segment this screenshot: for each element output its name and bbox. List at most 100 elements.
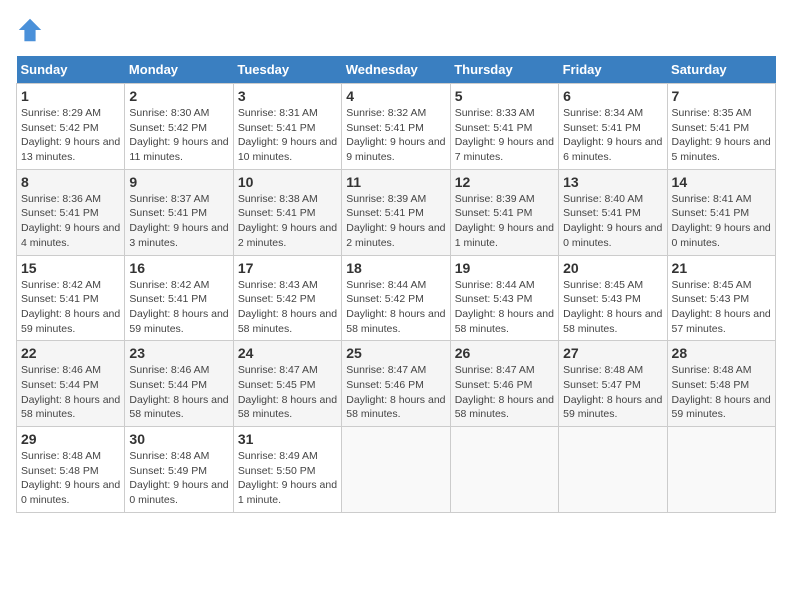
day-info: Sunrise: 8:46 AMSunset: 5:44 PMDaylight:… xyxy=(129,363,228,422)
calendar-cell: 24 Sunrise: 8:47 AMSunset: 5:45 PMDayligh… xyxy=(233,341,341,427)
day-number: 19 xyxy=(455,260,554,276)
day-info: Sunrise: 8:40 AMSunset: 5:41 PMDaylight:… xyxy=(563,192,662,251)
day-number: 8 xyxy=(21,174,120,190)
calendar-cell: 31 Sunrise: 8:49 AMSunset: 5:50 PMDayligh… xyxy=(233,427,341,513)
day-number: 13 xyxy=(563,174,662,190)
day-number: 9 xyxy=(129,174,228,190)
day-number: 18 xyxy=(346,260,445,276)
calendar-cell: 14 Sunrise: 8:41 AMSunset: 5:41 PMDayligh… xyxy=(667,169,775,255)
calendar-cell: 21Sunrise: 8:45 AMSunset: 5:43 PMDayligh… xyxy=(667,255,775,341)
day-info: Sunrise: 8:39 AMSunset: 5:41 PMDaylight:… xyxy=(346,192,445,251)
day-number: 24 xyxy=(238,345,337,361)
calendar-cell xyxy=(667,427,775,513)
day-info: Sunrise: 8:46 AMSunset: 5:44 PMDaylight:… xyxy=(21,363,120,422)
calendar-cell: 29 Sunrise: 8:48 AMSunset: 5:48 PMDayligh… xyxy=(17,427,125,513)
day-info: Sunrise: 8:33 AMSunset: 5:41 PMDaylight:… xyxy=(455,106,554,165)
calendar-cell: 23 Sunrise: 8:46 AMSunset: 5:44 PMDayligh… xyxy=(125,341,233,427)
calendar-cell: 28 Sunrise: 8:48 AMSunset: 5:48 PMDayligh… xyxy=(667,341,775,427)
calendar-cell: 3 Sunrise: 8:31 AMSunset: 5:41 PMDaylight… xyxy=(233,84,341,170)
day-header-wednesday: Wednesday xyxy=(342,56,450,84)
day-info: Sunrise: 8:44 AMSunset: 5:42 PMDaylight:… xyxy=(346,278,445,337)
day-number: 14 xyxy=(672,174,771,190)
day-number: 16 xyxy=(129,260,228,276)
day-info: Sunrise: 8:47 AMSunset: 5:46 PMDaylight:… xyxy=(346,363,445,422)
calendar-cell: 30Sunrise: 8:48 AMSunset: 5:49 PMDayligh… xyxy=(125,427,233,513)
calendar-cell: 20Sunrise: 8:45 AMSunset: 5:43 PMDayligh… xyxy=(559,255,667,341)
week-row: 1 Sunrise: 8:29 AMSunset: 5:42 PMDaylight… xyxy=(17,84,776,170)
day-number: 28 xyxy=(672,345,771,361)
day-number: 6 xyxy=(563,88,662,104)
calendar-cell: 15 Sunrise: 8:42 AMSunset: 5:41 PMDayligh… xyxy=(17,255,125,341)
calendar-cell: 22 Sunrise: 8:46 AMSunset: 5:44 PMDayligh… xyxy=(17,341,125,427)
day-number: 17 xyxy=(238,260,337,276)
week-row: 15 Sunrise: 8:42 AMSunset: 5:41 PMDayligh… xyxy=(17,255,776,341)
day-number: 4 xyxy=(346,88,445,104)
calendar-cell: 9 Sunrise: 8:37 AMSunset: 5:41 PMDaylight… xyxy=(125,169,233,255)
day-header-sunday: Sunday xyxy=(17,56,125,84)
day-number: 11 xyxy=(346,174,445,190)
day-number: 20 xyxy=(563,260,662,276)
day-info: Sunrise: 8:41 AMSunset: 5:41 PMDaylight:… xyxy=(672,192,771,251)
week-row: 29 Sunrise: 8:48 AMSunset: 5:48 PMDayligh… xyxy=(17,427,776,513)
day-number: 1 xyxy=(21,88,120,104)
calendar-cell xyxy=(559,427,667,513)
week-row: 22 Sunrise: 8:46 AMSunset: 5:44 PMDayligh… xyxy=(17,341,776,427)
logo-icon xyxy=(16,16,44,44)
calendar-cell: 10Sunrise: 8:38 AMSunset: 5:41 PMDayligh… xyxy=(233,169,341,255)
calendar-cell: 12Sunrise: 8:39 AMSunset: 5:41 PMDayligh… xyxy=(450,169,558,255)
calendar-cell: 26Sunrise: 8:47 AMSunset: 5:46 PMDayligh… xyxy=(450,341,558,427)
day-number: 7 xyxy=(672,88,771,104)
day-info: Sunrise: 8:45 AMSunset: 5:43 PMDaylight:… xyxy=(672,278,771,337)
calendar-header: SundayMondayTuesdayWednesdayThursdayFrid… xyxy=(17,56,776,84)
day-info: Sunrise: 8:48 AMSunset: 5:49 PMDaylight:… xyxy=(129,449,228,508)
day-header-tuesday: Tuesday xyxy=(233,56,341,84)
day-info: Sunrise: 8:47 AMSunset: 5:45 PMDaylight:… xyxy=(238,363,337,422)
calendar-cell xyxy=(450,427,558,513)
calendar-cell: 4Sunrise: 8:32 AMSunset: 5:41 PMDaylight… xyxy=(342,84,450,170)
calendar-cell: 19Sunrise: 8:44 AMSunset: 5:43 PMDayligh… xyxy=(450,255,558,341)
day-number: 3 xyxy=(238,88,337,104)
day-info: Sunrise: 8:36 AMSunset: 5:41 PMDaylight:… xyxy=(21,192,120,251)
calendar-cell: 16 Sunrise: 8:42 AMSunset: 5:41 PMDayligh… xyxy=(125,255,233,341)
day-info: Sunrise: 8:48 AMSunset: 5:47 PMDaylight:… xyxy=(563,363,662,422)
logo xyxy=(16,16,48,44)
calendar-cell: 2 Sunrise: 8:30 AMSunset: 5:42 PMDaylight… xyxy=(125,84,233,170)
calendar-cell: 7Sunrise: 8:35 AMSunset: 5:41 PMDaylight… xyxy=(667,84,775,170)
calendar-cell: 25 Sunrise: 8:47 AMSunset: 5:46 PMDayligh… xyxy=(342,341,450,427)
week-row: 8 Sunrise: 8:36 AMSunset: 5:41 PMDaylight… xyxy=(17,169,776,255)
calendar-cell: 11 Sunrise: 8:39 AMSunset: 5:41 PMDayligh… xyxy=(342,169,450,255)
calendar-cell: 5Sunrise: 8:33 AMSunset: 5:41 PMDaylight… xyxy=(450,84,558,170)
day-info: Sunrise: 8:31 AMSunset: 5:41 PMDaylight:… xyxy=(238,106,337,165)
calendar-cell: 17 Sunrise: 8:43 AMSunset: 5:42 PMDayligh… xyxy=(233,255,341,341)
day-info: Sunrise: 8:43 AMSunset: 5:42 PMDaylight:… xyxy=(238,278,337,337)
calendar-cell: 13 Sunrise: 8:40 AMSunset: 5:41 PMDayligh… xyxy=(559,169,667,255)
day-info: Sunrise: 8:48 AMSunset: 5:48 PMDaylight:… xyxy=(672,363,771,422)
day-number: 12 xyxy=(455,174,554,190)
day-info: Sunrise: 8:49 AMSunset: 5:50 PMDaylight:… xyxy=(238,449,337,508)
day-info: Sunrise: 8:48 AMSunset: 5:48 PMDaylight:… xyxy=(21,449,120,508)
calendar-body: 1 Sunrise: 8:29 AMSunset: 5:42 PMDaylight… xyxy=(17,84,776,513)
day-info: Sunrise: 8:37 AMSunset: 5:41 PMDaylight:… xyxy=(129,192,228,251)
day-header-monday: Monday xyxy=(125,56,233,84)
day-number: 29 xyxy=(21,431,120,447)
day-number: 31 xyxy=(238,431,337,447)
day-info: Sunrise: 8:38 AMSunset: 5:41 PMDaylight:… xyxy=(238,192,337,251)
day-number: 2 xyxy=(129,88,228,104)
calendar: SundayMondayTuesdayWednesdayThursdayFrid… xyxy=(16,56,776,513)
header xyxy=(16,16,776,44)
day-info: Sunrise: 8:30 AMSunset: 5:42 PMDaylight:… xyxy=(129,106,228,165)
calendar-cell: 1 Sunrise: 8:29 AMSunset: 5:42 PMDaylight… xyxy=(17,84,125,170)
day-number: 15 xyxy=(21,260,120,276)
day-number: 25 xyxy=(346,345,445,361)
day-number: 27 xyxy=(563,345,662,361)
calendar-cell: 6 Sunrise: 8:34 AMSunset: 5:41 PMDaylight… xyxy=(559,84,667,170)
day-info: Sunrise: 8:42 AMSunset: 5:41 PMDaylight:… xyxy=(21,278,120,337)
day-info: Sunrise: 8:29 AMSunset: 5:42 PMDaylight:… xyxy=(21,106,120,165)
day-info: Sunrise: 8:34 AMSunset: 5:41 PMDaylight:… xyxy=(563,106,662,165)
calendar-cell xyxy=(342,427,450,513)
day-info: Sunrise: 8:42 AMSunset: 5:41 PMDaylight:… xyxy=(129,278,228,337)
day-number: 23 xyxy=(129,345,228,361)
day-number: 22 xyxy=(21,345,120,361)
day-number: 26 xyxy=(455,345,554,361)
calendar-cell: 8 Sunrise: 8:36 AMSunset: 5:41 PMDaylight… xyxy=(17,169,125,255)
